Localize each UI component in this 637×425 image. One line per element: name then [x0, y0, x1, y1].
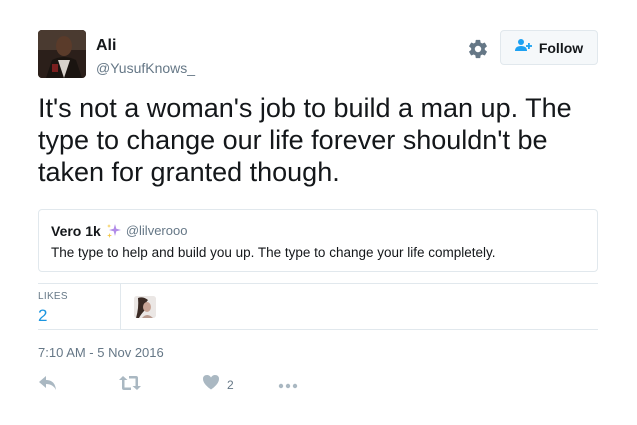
stats-divider [120, 284, 121, 330]
gear-icon[interactable] [467, 38, 489, 60]
tweet-stats: LIKES 2 [38, 283, 598, 330]
author-name[interactable]: Ali [96, 37, 195, 55]
sparkles-icon [106, 223, 122, 239]
author-handle[interactable]: @YusufKnows_ [96, 60, 195, 76]
quoted-author-handle: @lilverooo [125, 223, 188, 238]
retweet-button[interactable] [119, 374, 141, 397]
likes-label: LIKES [38, 291, 68, 302]
add-user-icon [514, 38, 533, 57]
follow-label: Follow [538, 39, 584, 56]
avatar[interactable] [38, 30, 86, 78]
quoted-tweet[interactable]: Vero 1k @lilverooo The type to help and … [38, 209, 598, 272]
quoted-tweet-header: Vero 1k @lilverooo [51, 223, 585, 239]
reply-icon [38, 374, 58, 397]
reply-button[interactable] [38, 374, 58, 397]
retweet-icon [119, 374, 141, 397]
heart-icon [202, 374, 220, 395]
liker-avatar[interactable] [134, 296, 156, 318]
author-info: Ali @YusufKnows_ [96, 37, 195, 76]
more-button[interactable] [278, 376, 298, 394]
avatar-image [38, 30, 86, 78]
quoted-author-name: Vero 1k [51, 223, 101, 239]
tweet-timestamp[interactable]: 7:10 AM - 5 Nov 2016 [38, 345, 164, 360]
follow-button[interactable]: Follow [500, 30, 598, 65]
likes-count[interactable]: 2 [38, 306, 47, 326]
like-button[interactable]: 2 [202, 374, 234, 395]
tweet-text: It's not a woman's job to build a man up… [38, 93, 572, 187]
more-icon [278, 376, 298, 394]
quoted-tweet-text: The type to help and build you up. The t… [51, 245, 496, 260]
like-count: 2 [227, 377, 234, 392]
